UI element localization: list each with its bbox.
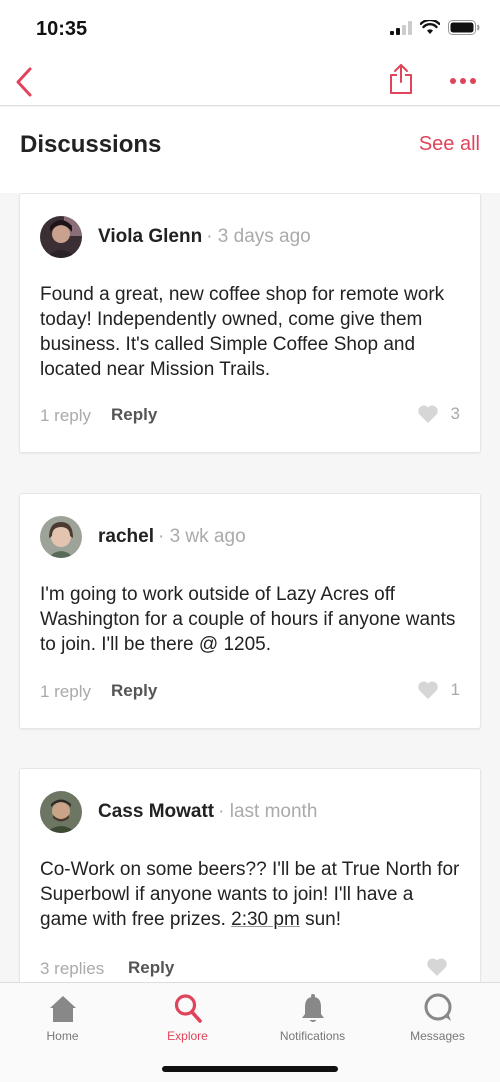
post-actions: 1 reply Reply 1 — [40, 680, 460, 704]
post-header: Cass Mowatt · last month — [40, 791, 317, 833]
reply-button[interactable]: Reply — [111, 681, 157, 701]
post-header: rachel · 3 wk ago — [40, 516, 246, 558]
post-time: · 3 days ago — [206, 226, 311, 247]
tab-messages[interactable]: Messages — [375, 991, 500, 1051]
reply-count-link[interactable]: 3 replies — [40, 959, 104, 979]
like-button[interactable]: 1 — [417, 680, 460, 700]
share-button[interactable] — [386, 62, 416, 96]
post-header: Viola Glenn · 3 days ago — [40, 216, 311, 258]
post-time: · last month — [218, 801, 318, 822]
post-body-text-end: sun! — [299, 909, 341, 930]
tab-label: Notifications — [279, 1029, 346, 1043]
discussions-header: Discussions See all — [0, 107, 500, 193]
reply-count-link[interactable]: 1 reply — [40, 682, 91, 702]
author-name[interactable]: Viola Glenn — [98, 226, 202, 248]
reply-count-link[interactable]: 1 reply — [40, 406, 91, 426]
like-count: 3 — [450, 404, 460, 423]
like-count: 1 — [450, 680, 460, 699]
avatar[interactable] — [40, 216, 82, 258]
reply-button[interactable]: Reply — [128, 958, 174, 978]
user-photo-icon — [40, 791, 82, 833]
tab-explore[interactable]: Explore — [125, 991, 250, 1051]
author-name[interactable]: rachel — [98, 526, 154, 548]
bell-icon — [301, 994, 324, 1022]
status-bar: 10:35 — [0, 0, 500, 58]
post-body: Found a great, new coffee shop for remot… — [40, 284, 445, 380]
home-icon — [49, 996, 76, 1022]
avatar[interactable] — [40, 516, 82, 558]
user-photo-icon — [40, 216, 82, 258]
tab-home[interactable]: Home — [0, 991, 125, 1051]
chevron-left-icon — [16, 67, 32, 97]
search-icon — [174, 994, 202, 1023]
share-icon — [390, 64, 412, 94]
more-options-button[interactable] — [446, 66, 480, 94]
battery-icon — [448, 20, 480, 35]
tab-label: Home — [46, 1029, 79, 1043]
post-time: · 3 wk ago — [157, 526, 246, 547]
discussions-feed[interactable]: Discussions See all Viola Glenn · 3 days… — [0, 107, 500, 982]
navigation-bar — [0, 58, 500, 106]
user-photo-icon — [40, 516, 82, 558]
discussion-card[interactable]: Viola Glenn · 3 days ago Found a great, … — [19, 193, 481, 453]
author-name[interactable]: Cass Mowatt — [98, 801, 214, 823]
wifi-icon — [420, 20, 440, 34]
see-all-link[interactable]: See all — [419, 133, 480, 156]
chat-bubble-icon — [424, 993, 451, 1021]
status-time: 10:35 — [36, 18, 88, 40]
status-icons — [390, 20, 480, 35]
section-title: Discussions — [20, 131, 162, 158]
discussion-card[interactable]: Cass Mowatt · last month Co-Work on some… — [19, 768, 481, 982]
like-button[interactable]: 3 — [417, 404, 460, 424]
back-button[interactable] — [12, 64, 36, 100]
post-body: Co-Work on some beers?? I'll be at True … — [40, 857, 465, 932]
post-actions: 1 reply Reply 3 — [40, 404, 460, 428]
avatar[interactable] — [40, 791, 82, 833]
more-horizontal-icon — [450, 78, 476, 84]
tab-label: Explore — [167, 1029, 208, 1043]
like-button[interactable] — [426, 957, 460, 977]
heart-icon — [417, 405, 438, 423]
reply-button[interactable]: Reply — [111, 405, 157, 425]
tab-notifications[interactable]: Notifications — [250, 991, 375, 1051]
heart-icon — [427, 958, 447, 976]
home-indicator — [162, 1066, 338, 1072]
signal-icon — [390, 20, 412, 35]
post-body: I'm going to work outside of Lazy Acres … — [40, 584, 456, 655]
event-time-link[interactable]: 2:30 pm — [231, 909, 300, 930]
post-actions: 3 replies Reply — [40, 957, 460, 981]
discussion-card[interactable]: rachel · 3 wk ago I'm going to work outs… — [19, 493, 481, 729]
tab-label: Messages — [410, 1029, 465, 1043]
heart-icon — [417, 681, 438, 699]
